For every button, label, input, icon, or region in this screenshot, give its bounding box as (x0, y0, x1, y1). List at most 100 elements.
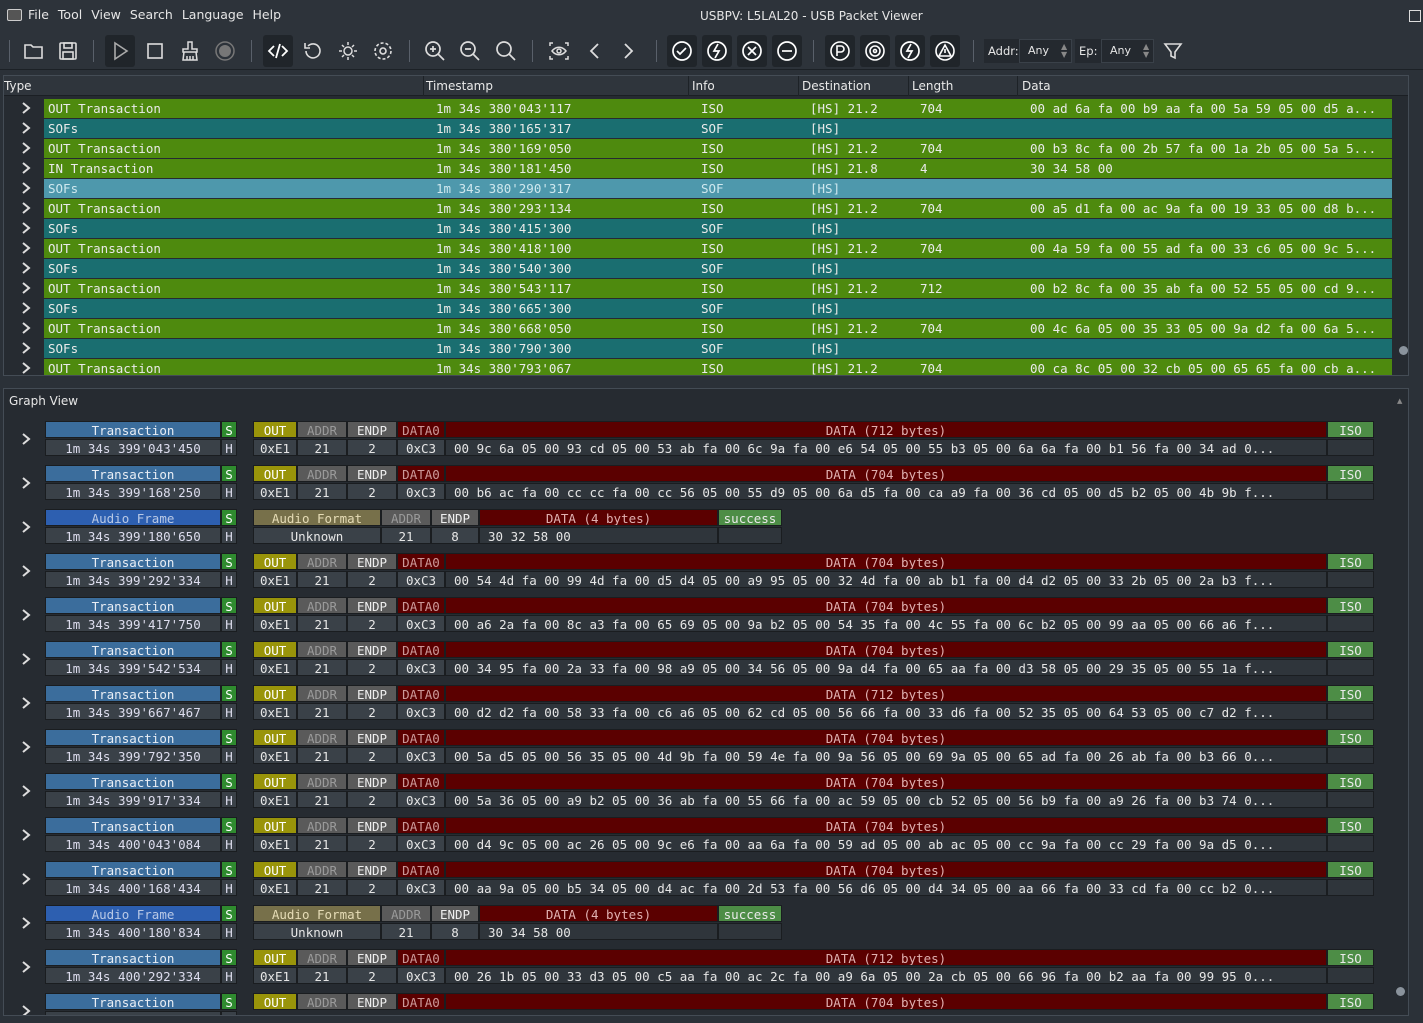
filter-sof-icon[interactable] (860, 35, 890, 67)
chevron-right-icon[interactable] (18, 738, 34, 756)
col-type[interactable]: Type (4, 79, 32, 93)
table-row[interactable]: OUT Transaction 1m 34s 380'043'117 ISO [HS]… (4, 98, 1408, 118)
zoom-in-icon[interactable] (420, 35, 450, 67)
table-row[interactable]: OUT Transaction 1m 34s 380'418'100 ISO [HS]… (4, 238, 1408, 258)
graph-row[interactable]: Transaction S 1m 34s 399'917'334 H OUT ADDR EN… (4, 772, 1394, 812)
chevron-right-icon[interactable] (18, 958, 34, 976)
table-row[interactable]: SOFs 1m 34s 380'290'317 SOF [HS] (4, 178, 1408, 198)
graph-row[interactable]: Transaction S 1m 34s 399'792'350 H OUT ADDR EN… (4, 728, 1394, 768)
col-timestamp[interactable]: Timestamp (426, 79, 493, 93)
menu-search[interactable]: Search (130, 7, 173, 22)
graph-row[interactable]: Audio Frame S 1m 34s 400'180'834 H Audio For… (4, 904, 1394, 944)
col-destination[interactable]: Destination (802, 79, 871, 93)
graph-row[interactable]: Audio Frame S 1m 34s 399'180'650 H Audio For… (4, 508, 1394, 548)
graph-row[interactable]: Transaction S 1m 34s 399'417'750 H OUT ADDR EN… (4, 596, 1394, 636)
graph-row[interactable]: Transaction S 1m 34s 399'168'250 H OUT ADDR EN… (4, 464, 1394, 504)
filter-ping-icon[interactable] (825, 35, 855, 67)
prev-icon[interactable] (580, 35, 610, 67)
zoom-fit-icon[interactable] (491, 35, 521, 67)
chevron-right-icon[interactable] (18, 650, 34, 668)
refresh-icon[interactable] (298, 35, 328, 67)
filter-error-icon[interactable] (895, 35, 925, 67)
table-row[interactable]: OUT Transaction 1m 34s 380'169'050 ISO [HS]… (4, 138, 1408, 158)
menu-view[interactable]: View (91, 7, 121, 22)
menu-tool[interactable]: Tool (58, 7, 82, 22)
filter-ack-icon[interactable] (667, 35, 697, 67)
chevron-right-icon[interactable] (18, 239, 34, 257)
filter-funnel-icon[interactable] (1158, 35, 1188, 67)
chevron-right-icon[interactable] (18, 914, 34, 932)
chevron-right-icon[interactable] (18, 119, 34, 137)
open-file-icon[interactable] (19, 35, 49, 67)
token-out: OUT (253, 729, 297, 746)
chevron-right-icon[interactable] (18, 826, 34, 844)
code-view-icon[interactable] (263, 35, 293, 67)
chevron-right-icon[interactable] (18, 474, 34, 492)
settings-gear-icon[interactable] (368, 35, 398, 67)
light-icon[interactable] (333, 35, 363, 67)
graph-scrollbar[interactable]: ▲ (1396, 397, 1406, 1007)
chevron-right-icon[interactable] (18, 870, 34, 888)
chevron-right-icon[interactable] (18, 359, 34, 375)
filter-stall-icon[interactable] (737, 35, 767, 67)
chevron-right-icon[interactable] (18, 782, 34, 800)
chevron-right-icon[interactable] (18, 199, 34, 217)
table-row[interactable]: SOFs 1m 34s 380'790'300 SOF [HS] (4, 338, 1408, 358)
chevron-right-icon[interactable] (18, 694, 34, 712)
graph-row[interactable]: Transaction S 1m 34s 400'292'334 H OUT ADDR EN… (4, 948, 1394, 988)
chevron-right-icon[interactable] (18, 518, 34, 536)
menu-file[interactable]: File (28, 7, 49, 22)
clear-icon[interactable] (175, 35, 205, 67)
table-row[interactable]: SOFs 1m 34s 380'540'300 SOF [HS] (4, 258, 1408, 278)
table-row[interactable]: SOFs 1m 34s 380'415'300 SOF [HS] (4, 218, 1408, 238)
chevron-right-icon[interactable] (18, 1002, 34, 1015)
chevron-right-icon[interactable] (18, 299, 34, 317)
chevron-right-icon[interactable] (18, 562, 34, 580)
chevron-right-icon[interactable] (18, 279, 34, 297)
chevron-right-icon[interactable] (18, 319, 34, 337)
filter-nyet-icon[interactable] (772, 35, 802, 67)
graph-row[interactable]: Transaction S 1m 34s 399'043'450 H OUT ADDR EN… (4, 420, 1394, 460)
col-length[interactable]: Length (912, 79, 953, 93)
graph-row[interactable]: TransactionSH OUTADDRENDPDATA0DATA (704 b… (4, 992, 1394, 1015)
table-row[interactable]: OUT Transaction 1m 34s 380'793'067 ISO [HS]… (4, 358, 1408, 375)
stop-icon[interactable] (140, 35, 170, 67)
chevron-right-icon[interactable] (18, 259, 34, 277)
filter-warning-icon[interactable] (930, 35, 960, 67)
chevron-right-icon[interactable] (18, 606, 34, 624)
zoom-out-icon[interactable] (455, 35, 485, 67)
graph-row[interactable]: Transaction S 1m 34s 399'667'467 H OUT ADDR EN… (4, 684, 1394, 724)
token-endp-label: ENDP (347, 421, 397, 438)
filter-nak-icon[interactable] (702, 35, 732, 67)
graph-row[interactable]: Transaction S 1m 34s 400'168'434 H OUT ADDR EN… (4, 860, 1394, 900)
chevron-right-icon[interactable] (18, 339, 34, 357)
maximize-button[interactable] (1409, 10, 1421, 22)
graph-row[interactable]: Transaction S 1m 34s 399'542'534 H OUT ADDR EN… (4, 640, 1394, 680)
chevron-right-icon[interactable] (18, 179, 34, 197)
ep-select[interactable]: Any ▲ ▼ (1101, 39, 1154, 63)
menu-language[interactable]: Language (182, 7, 244, 22)
table-row[interactable]: SOFs 1m 34s 380'665'300 SOF [HS] (4, 298, 1408, 318)
chevron-right-icon[interactable] (18, 99, 34, 117)
table-row[interactable]: OUT Transaction 1m 34s 380'543'117 ISO [HS]… (4, 278, 1408, 298)
chevron-right-icon[interactable] (18, 430, 34, 448)
table-row[interactable]: OUT Transaction 1m 34s 380'668'050 ISO [HS]… (4, 318, 1408, 338)
addr-select[interactable]: Any ▲ ▼ (1019, 39, 1072, 63)
table-row[interactable]: SOFs 1m 34s 380'165'317 SOF [HS] (4, 118, 1408, 138)
save-icon[interactable] (53, 35, 83, 67)
next-icon[interactable] (613, 35, 643, 67)
graph-row[interactable]: Transaction S 1m 34s 400'043'084 H OUT ADDR EN… (4, 816, 1394, 856)
graph-row[interactable]: Transaction S 1m 34s 399'292'334 H OUT ADDR EN… (4, 552, 1394, 592)
chevron-right-icon[interactable] (18, 139, 34, 157)
record-icon[interactable] (210, 35, 240, 67)
table-scrollbar[interactable] (1398, 96, 1408, 374)
menu-help[interactable]: Help (253, 7, 282, 22)
col-info[interactable]: Info (692, 79, 715, 93)
table-row[interactable]: IN Transaction 1m 34s 380'181'450 ISO [HS] … (4, 158, 1408, 178)
eye-focus-icon[interactable] (544, 35, 574, 67)
chevron-right-icon[interactable] (18, 219, 34, 237)
col-data[interactable]: Data (1022, 79, 1051, 93)
play-icon[interactable] (105, 35, 135, 67)
table-row[interactable]: OUT Transaction 1m 34s 380'293'134 ISO [HS]… (4, 198, 1408, 218)
chevron-right-icon[interactable] (18, 159, 34, 177)
